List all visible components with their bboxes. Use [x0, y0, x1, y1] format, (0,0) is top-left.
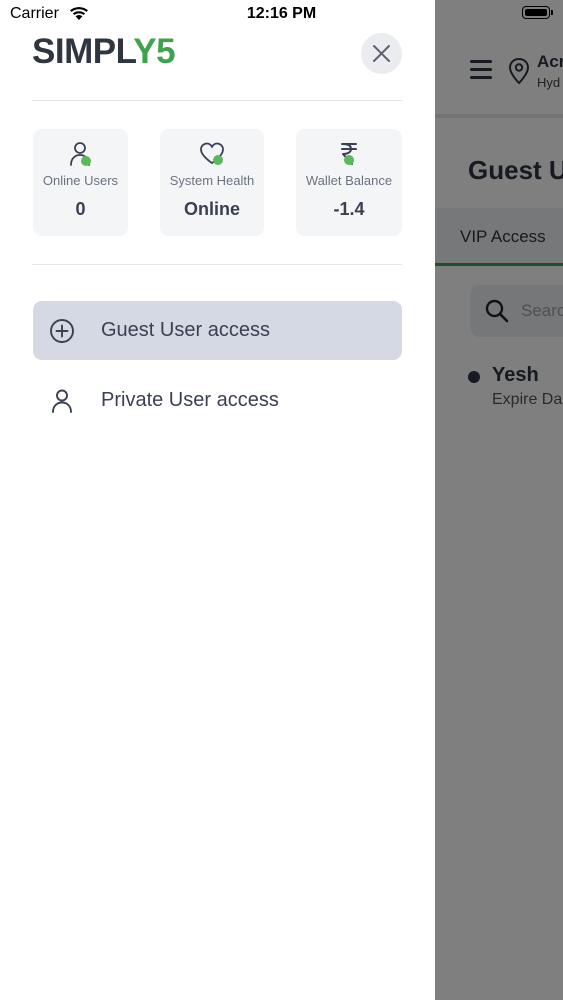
stat-label: System Health: [169, 173, 255, 188]
plus-circle-icon: [49, 318, 75, 349]
online-users-card: Online Users 0: [33, 129, 128, 236]
app-logo: SIMPLY5: [32, 32, 176, 72]
menu-item-private-user-access[interactable]: Private User access: [33, 371, 402, 430]
wallet-balance-card: Wallet Balance -1.4: [296, 129, 402, 236]
heart-icon: [160, 141, 264, 167]
rupee-icon: [296, 141, 402, 167]
stat-label: Wallet Balance: [305, 173, 393, 188]
menu-item-label: Guest User access: [101, 319, 270, 341]
status-bar: Carrier 12:16 PM: [0, 0, 563, 30]
battery-icon: [522, 6, 550, 19]
divider: [32, 264, 402, 265]
close-button[interactable]: [361, 33, 402, 74]
stat-label: Online Users: [42, 173, 119, 188]
divider: [32, 100, 402, 101]
user-icon: [33, 141, 128, 167]
menu-item-guest-user-access[interactable]: Guest User access: [33, 301, 402, 360]
user-icon: [49, 388, 75, 419]
clock: 12:16 PM: [246, 5, 317, 22]
close-icon: [373, 45, 390, 62]
system-health-card: System Health Online: [160, 129, 264, 236]
stat-value: Online: [183, 199, 240, 219]
stat-value: -1.4: [333, 199, 365, 219]
menu-item-label: Private User access: [101, 389, 279, 411]
logo-text-main: SIMPL: [32, 32, 134, 71]
battery-tip: [551, 10, 553, 15]
logo-text-accent: Y5: [133, 32, 176, 71]
stat-value: 0: [75, 199, 86, 219]
side-drawer: SIMPLY5 Online Users 0 System Health Onl…: [0, 0, 435, 1000]
